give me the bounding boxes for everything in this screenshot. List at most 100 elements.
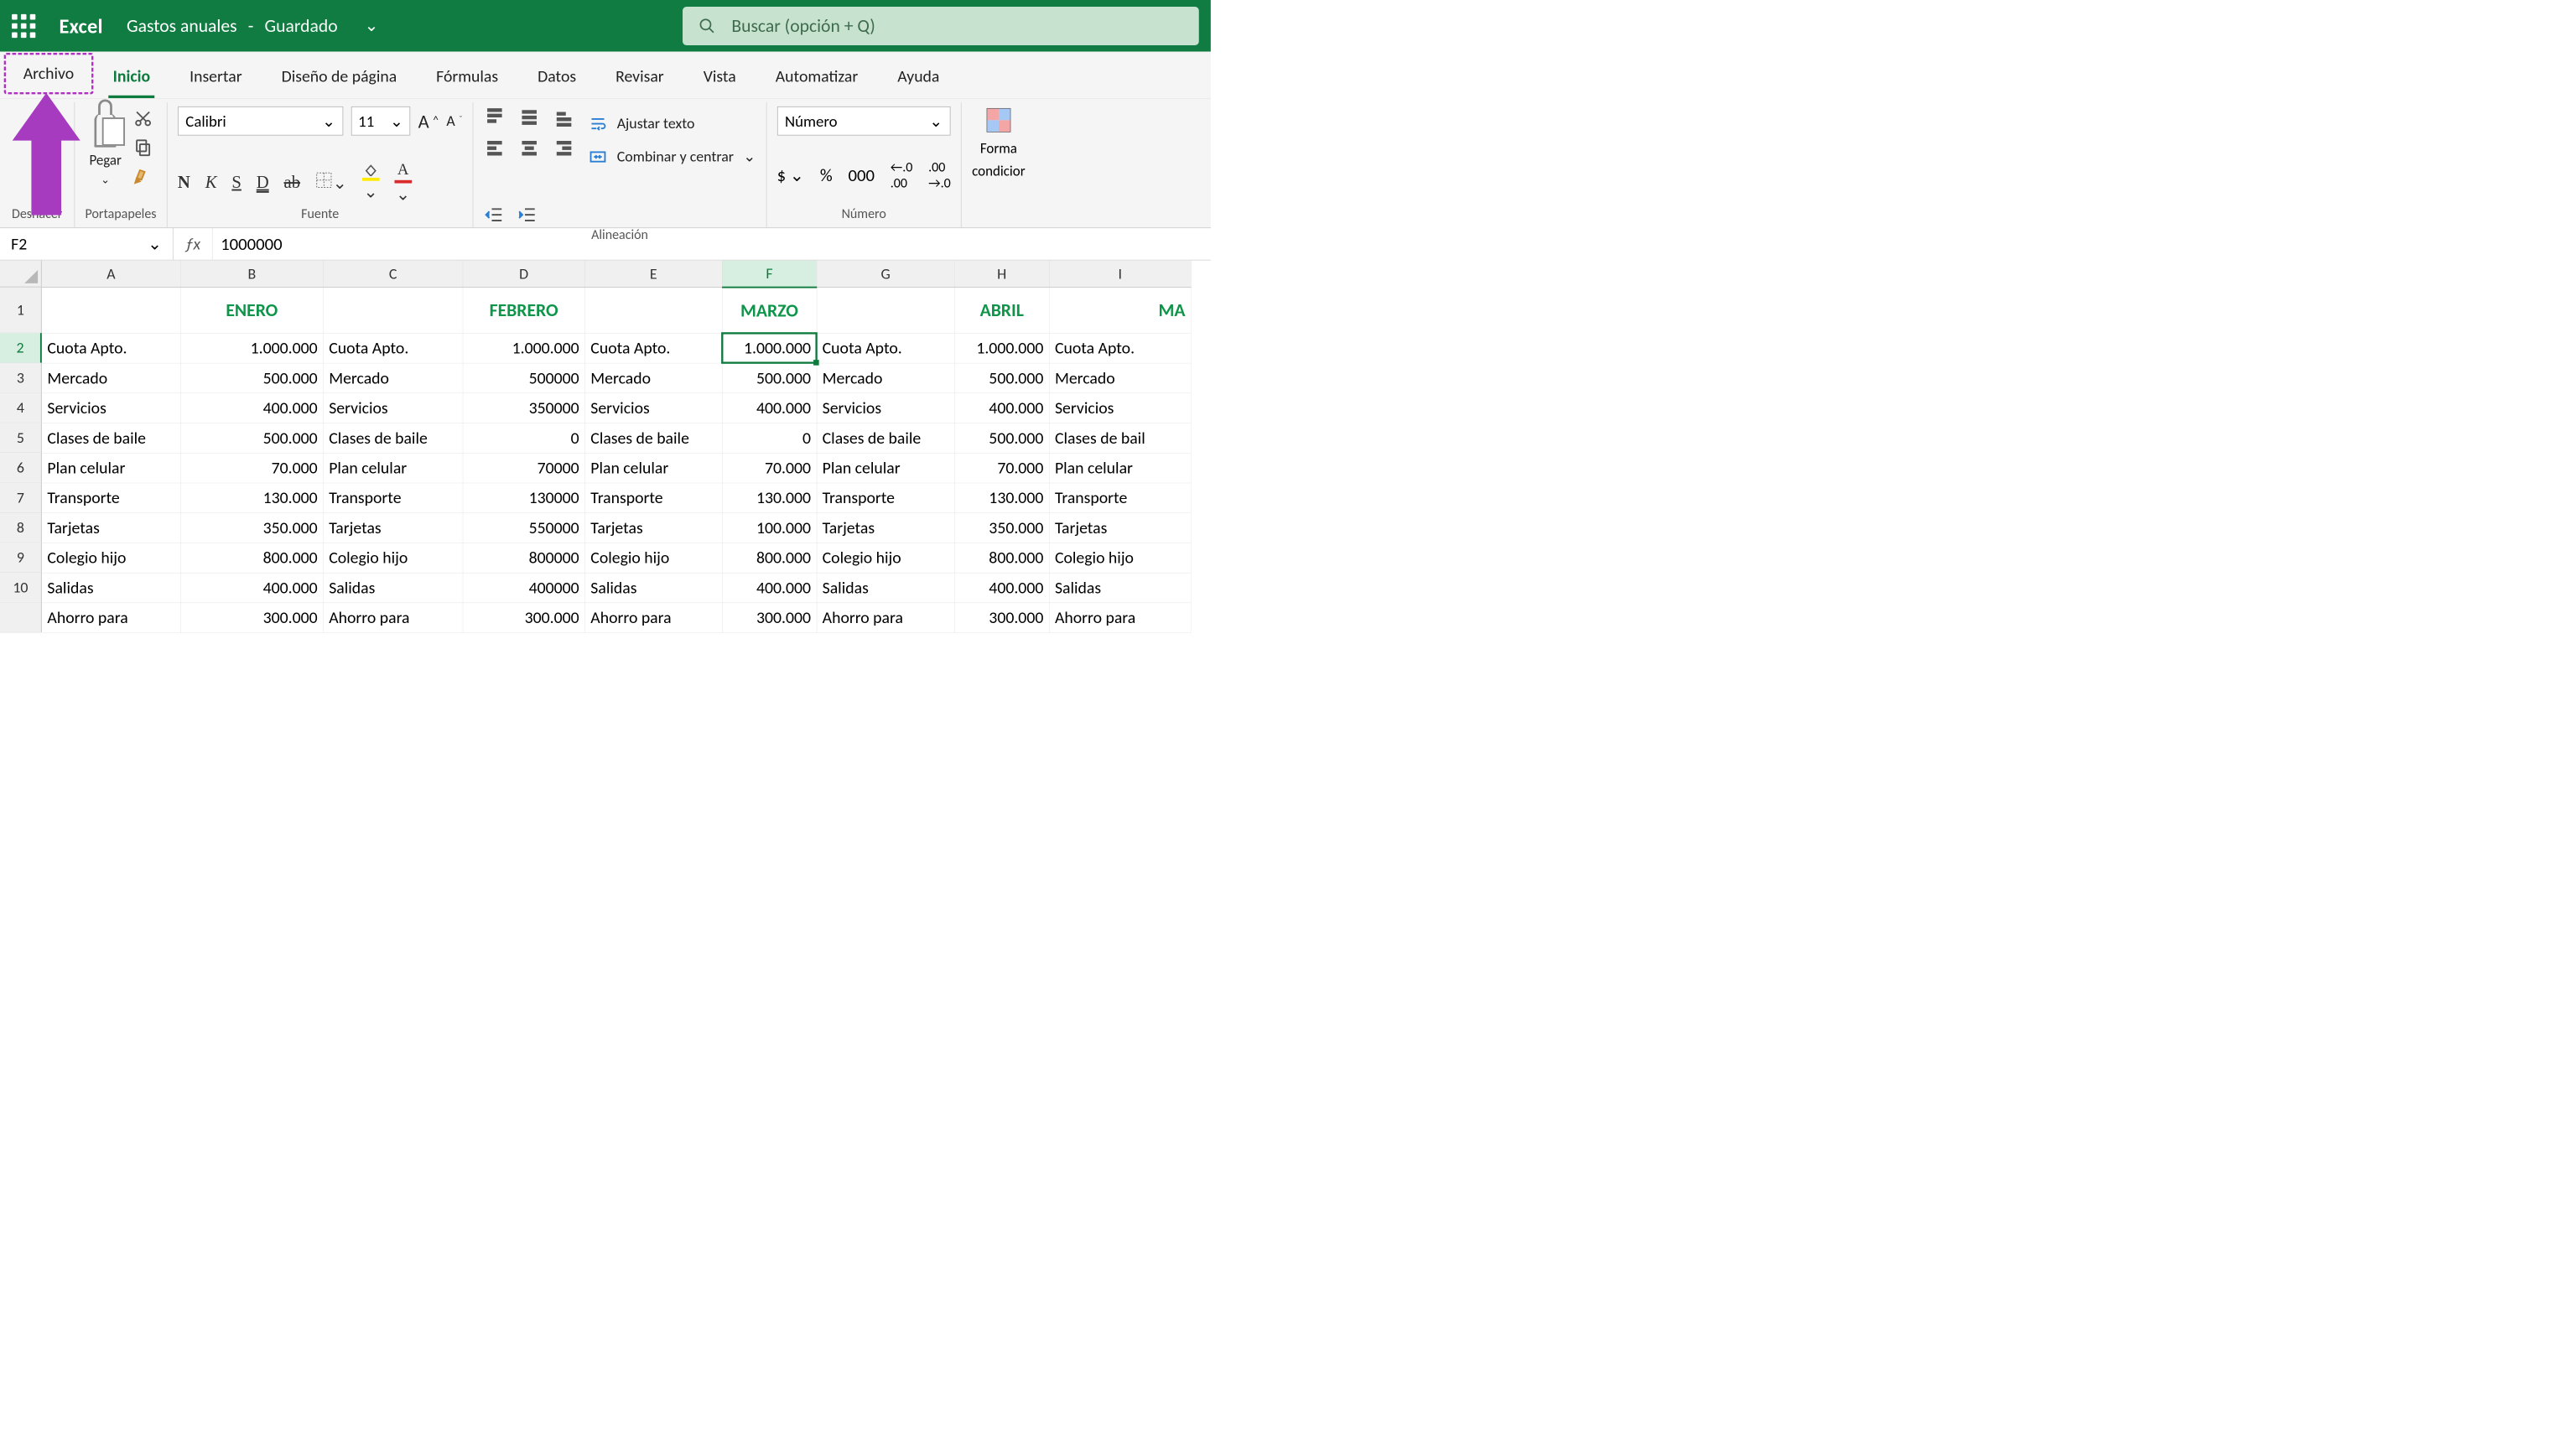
cell[interactable]: 300.000: [722, 603, 817, 633]
tab-diseno[interactable]: Diseño de página: [262, 55, 417, 98]
cell[interactable]: 0: [463, 423, 585, 453]
cell[interactable]: ABRIL: [954, 288, 1049, 334]
cell[interactable]: Clases de baile: [42, 423, 180, 453]
cell[interactable]: MARZO: [722, 288, 817, 334]
cell[interactable]: Transporte: [323, 483, 462, 513]
cell[interactable]: Transporte: [42, 483, 180, 513]
copy-icon[interactable]: [134, 138, 153, 158]
percent-button[interactable]: %: [820, 164, 833, 185]
cell[interactable]: Plan celular: [584, 453, 722, 483]
cell[interactable]: Colegio hijo: [817, 543, 954, 573]
comma-style-button[interactable]: 000: [848, 164, 874, 185]
row-header[interactable]: 11: [0, 603, 42, 633]
font-color-button[interactable]: A⌄: [394, 160, 412, 205]
spreadsheet-grid[interactable]: 1 2 3 4 5 6 7 8 9 10 11 A B C D E F G H …: [0, 261, 1211, 633]
number-format-select[interactable]: Número⌄: [777, 106, 951, 136]
cell[interactable]: Plan celular: [817, 453, 954, 483]
cell[interactable]: 500000: [463, 363, 585, 393]
column-header[interactable]: A: [42, 261, 180, 288]
row-header[interactable]: 7: [0, 483, 42, 513]
decrease-decimal-button[interactable]: .00→.0: [928, 159, 951, 192]
align-left-icon[interactable]: [484, 138, 507, 161]
cell[interactable]: Mercado: [323, 363, 462, 393]
cell[interactable]: Colegio hijo: [584, 543, 722, 573]
cell[interactable]: 500.000: [722, 363, 817, 393]
increase-indent-icon[interactable]: [517, 205, 537, 226]
cell[interactable]: Cuota Apto.: [1049, 333, 1191, 363]
cell[interactable]: 0: [722, 423, 817, 453]
cell[interactable]: Tarjetas: [323, 512, 462, 543]
cell[interactable]: Clases de baile: [584, 423, 722, 453]
cell[interactable]: Transporte: [817, 483, 954, 513]
underline-button[interactable]: S: [231, 172, 242, 192]
cell[interactable]: 100.000: [722, 512, 817, 543]
app-launcher-icon[interactable]: [12, 14, 35, 38]
conditional-format-button[interactable]: Forma condicior: [972, 106, 1025, 179]
fx-icon[interactable]: ƒx: [174, 228, 213, 260]
tab-archivo[interactable]: Archivo: [4, 53, 93, 94]
cell[interactable]: Mercado: [42, 363, 180, 393]
cell[interactable]: 400.000: [722, 393, 817, 423]
cell[interactable]: Transporte: [1049, 483, 1191, 513]
align-right-icon[interactable]: [553, 138, 577, 161]
cell[interactable]: 400000: [463, 573, 585, 603]
italic-button[interactable]: K: [205, 172, 217, 192]
paste-button[interactable]: Pegar ⌄: [89, 106, 122, 186]
cell[interactable]: Servicios: [1049, 393, 1191, 423]
cell[interactable]: Plan celular: [1049, 453, 1191, 483]
double-underline-button[interactable]: D: [257, 172, 269, 192]
cell[interactable]: 130.000: [954, 483, 1049, 513]
cell[interactable]: 550000: [463, 512, 585, 543]
cell[interactable]: Colegio hijo: [42, 543, 180, 573]
cell[interactable]: Servicios: [817, 393, 954, 423]
decrease-font-button[interactable]: Aˇ: [446, 112, 462, 130]
column-header[interactable]: H: [954, 261, 1049, 288]
cell[interactable]: 400.000: [954, 573, 1049, 603]
cell[interactable]: Mercado: [584, 363, 722, 393]
cell[interactable]: 70000: [463, 453, 585, 483]
cell[interactable]: Ahorro para: [584, 603, 722, 633]
cell[interactable]: Clases de baile: [323, 423, 462, 453]
cell[interactable]: 400.000: [954, 393, 1049, 423]
align-top-icon[interactable]: [484, 106, 507, 130]
cell[interactable]: 500.000: [180, 363, 323, 393]
cell[interactable]: Plan celular: [42, 453, 180, 483]
cell[interactable]: Colegio hijo: [323, 543, 462, 573]
cell[interactable]: 800.000: [722, 543, 817, 573]
cell[interactable]: Tarjetas: [1049, 512, 1191, 543]
borders-button[interactable]: ⌄: [315, 171, 347, 193]
tab-formulas[interactable]: Fórmulas: [417, 55, 518, 98]
cell[interactable]: Cuota Apto.: [42, 333, 180, 363]
cell[interactable]: 350000: [463, 393, 585, 423]
column-header[interactable]: C: [323, 261, 462, 288]
cell[interactable]: 350.000: [180, 512, 323, 543]
cell[interactable]: [584, 288, 722, 334]
cell[interactable]: Salidas: [817, 573, 954, 603]
cell[interactable]: Ahorro para: [817, 603, 954, 633]
font-name-select[interactable]: Calibri⌄: [178, 106, 343, 136]
column-header[interactable]: B: [180, 261, 323, 288]
cell[interactable]: 1.000.000: [180, 333, 323, 363]
column-header[interactable]: G: [817, 261, 954, 288]
row-header[interactable]: 2: [0, 333, 42, 363]
name-box[interactable]: F2⌄: [0, 228, 174, 260]
tab-inicio[interactable]: Inicio: [93, 55, 169, 98]
cell[interactable]: 130.000: [722, 483, 817, 513]
align-center-icon[interactable]: [518, 138, 542, 161]
cell[interactable]: 400.000: [722, 573, 817, 603]
cell[interactable]: Cuota Apto.: [323, 333, 462, 363]
cell[interactable]: Salidas: [1049, 573, 1191, 603]
cell[interactable]: 500.000: [954, 363, 1049, 393]
align-middle-icon[interactable]: [518, 106, 542, 130]
cell[interactable]: 1.000.000: [463, 333, 585, 363]
cell[interactable]: Cuota Apto.: [584, 333, 722, 363]
cell[interactable]: 500.000: [180, 423, 323, 453]
cell[interactable]: Colegio hijo: [1049, 543, 1191, 573]
cell[interactable]: [817, 288, 954, 334]
cell[interactable]: Clases de baile: [817, 423, 954, 453]
cell[interactable]: 130000: [463, 483, 585, 513]
cell[interactable]: 300.000: [954, 603, 1049, 633]
column-header[interactable]: D: [463, 261, 585, 288]
cell[interactable]: 300.000: [180, 603, 323, 633]
cell[interactable]: 1.000.000: [954, 333, 1049, 363]
